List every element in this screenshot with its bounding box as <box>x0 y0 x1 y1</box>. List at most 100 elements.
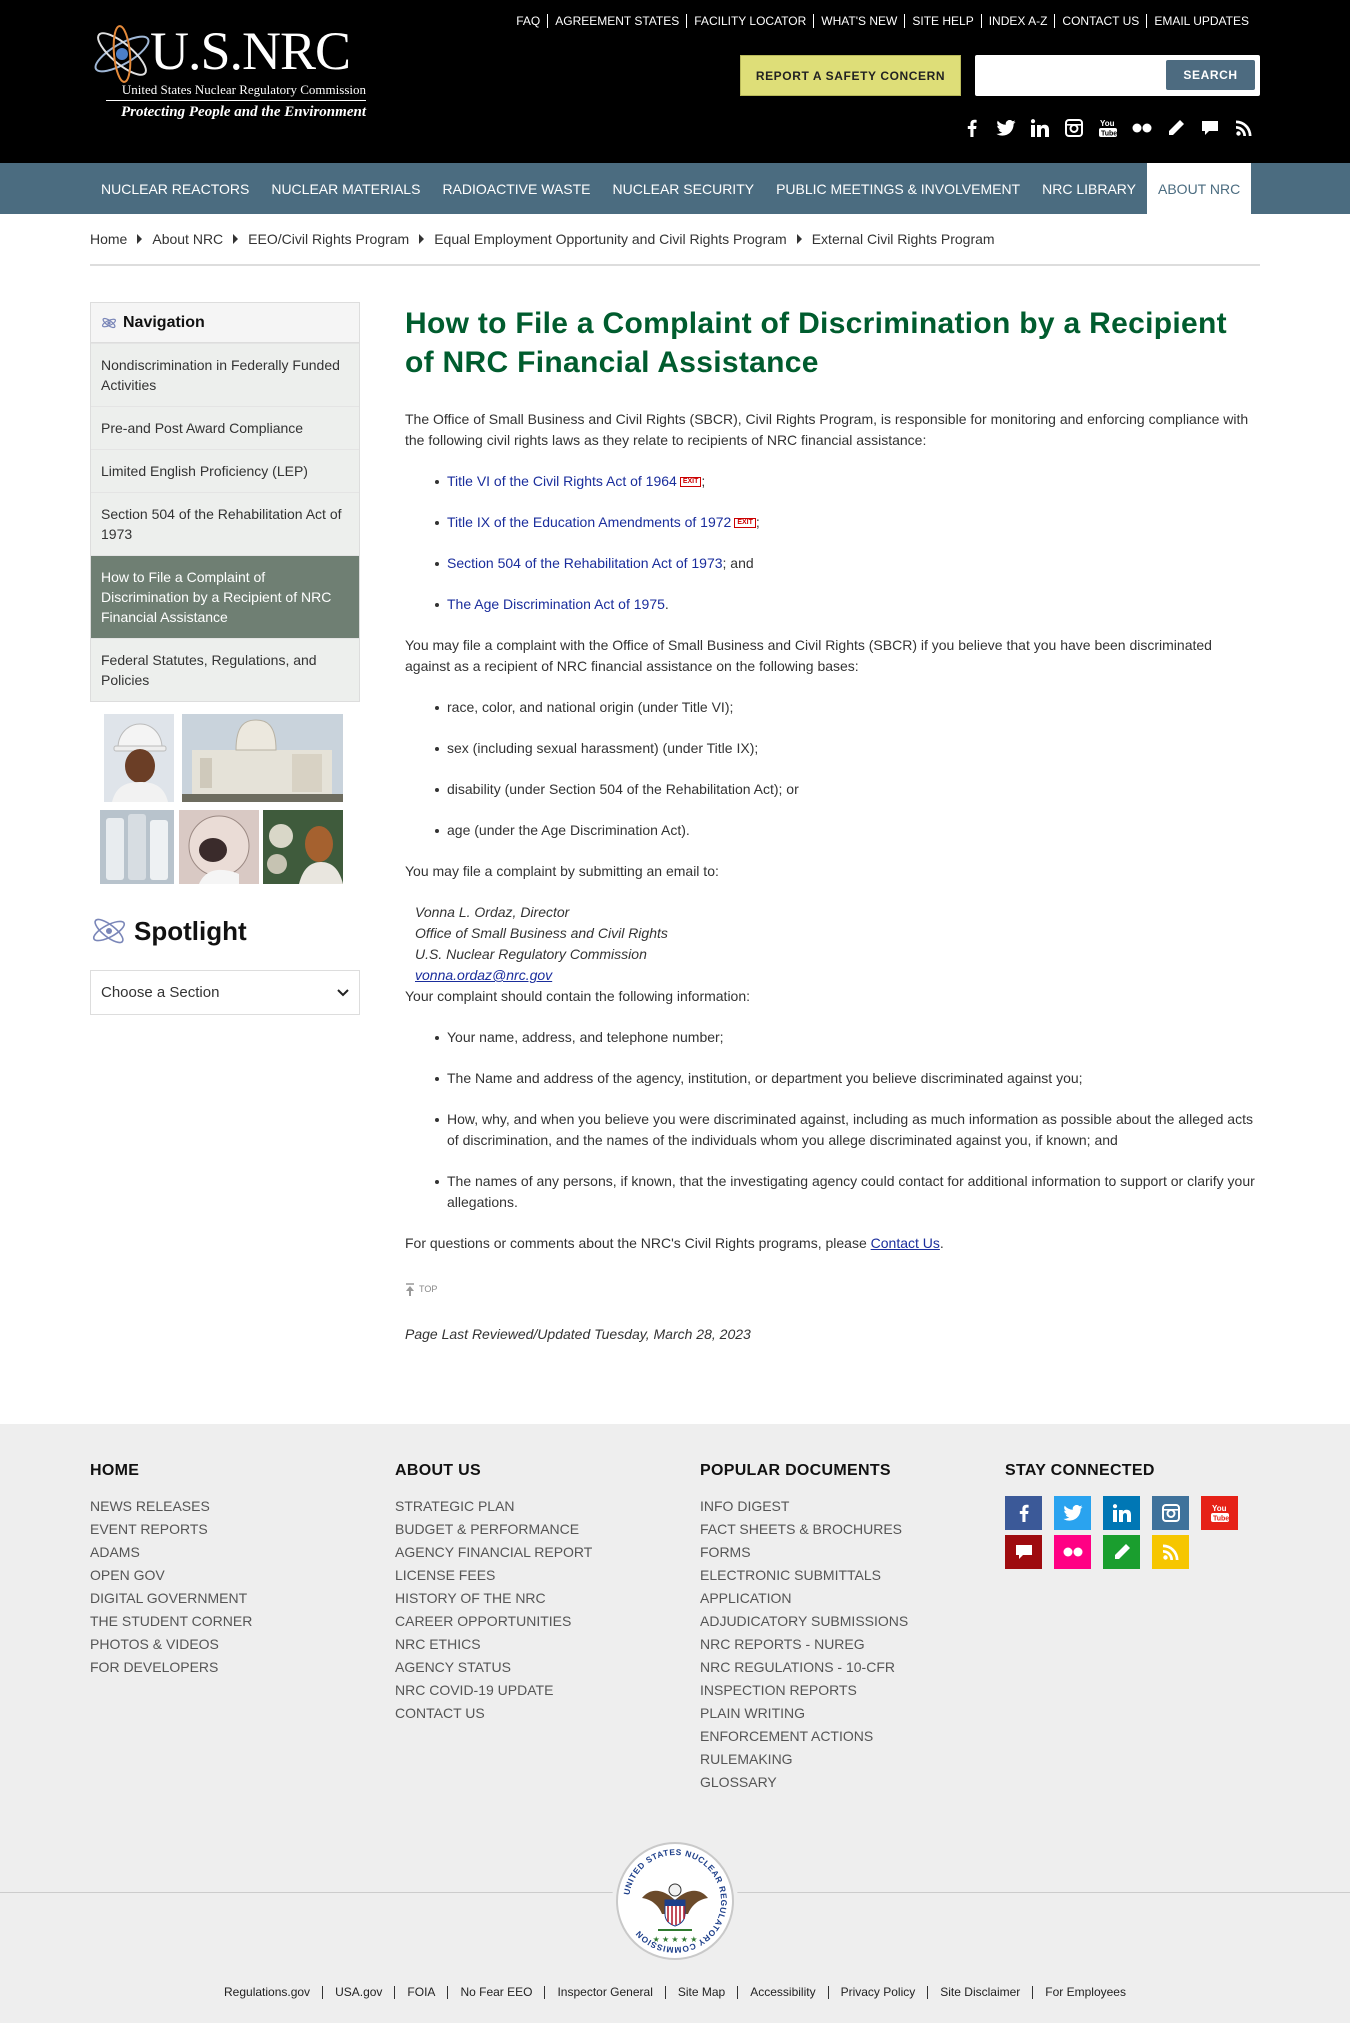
util-link-whats-new[interactable]: WHAT'S NEW <box>813 14 904 28</box>
linkedin-icon[interactable] <box>1103 1496 1140 1530</box>
contact-us-link[interactable]: Contact Us <box>871 1235 940 1251</box>
footer-link[interactable]: PHOTOS & VIDEOS <box>90 1633 252 1656</box>
director-email-link[interactable]: vonna.ordaz@nrc.gov <box>415 967 552 983</box>
footer-link[interactable]: NRC REPORTS - NUREG <box>700 1633 908 1656</box>
footer-link[interactable]: AGENCY STATUS <box>395 1656 592 1679</box>
util-link-email-updates[interactable]: EMAIL UPDATES <box>1146 14 1256 28</box>
footer-link[interactable]: EVENT REPORTS <box>90 1518 252 1541</box>
linkedin-icon[interactable] <box>1030 118 1050 138</box>
footer-link[interactable]: ADAMS <box>90 1541 252 1564</box>
sidebar-item-federal-statutes[interactable]: Federal Statutes, Regulations, and Polic… <box>91 638 359 701</box>
sidebar-item-lep[interactable]: Limited English Proficiency (LEP) <box>91 449 359 492</box>
bottom-link-site-map[interactable]: Site Map <box>664 1986 737 1999</box>
nav-public-meetings[interactable]: PUBLIC MEETINGS & INVOLVEMENT <box>765 163 1031 214</box>
law-link-section-504[interactable]: Section 504 of the Rehabilitation Act of… <box>447 555 723 571</box>
bottom-link-accessibility[interactable]: Accessibility <box>737 1986 827 1999</box>
flickr-icon[interactable] <box>1132 118 1152 138</box>
bottom-link-employees[interactable]: For Employees <box>1032 1986 1138 1999</box>
footer-link[interactable]: BUDGET & PERFORMANCE <box>395 1518 592 1541</box>
util-link-facility-locator[interactable]: FACILITY LOCATOR <box>686 14 813 28</box>
util-link-index[interactable]: INDEX A-Z <box>980 14 1055 28</box>
nav-about-nrc[interactable]: ABOUT NRC <box>1147 163 1252 214</box>
breadcrumb-external-program[interactable]: External Civil Rights Program <box>812 231 995 247</box>
footer-link[interactable]: CONTACT US <box>395 1702 592 1725</box>
footer-link[interactable]: PLAIN WRITING <box>700 1702 908 1725</box>
sidebar-item-nondiscrimination[interactable]: Nondiscrimination in Federally Funded Ac… <box>91 343 359 406</box>
facebook-icon[interactable] <box>962 118 982 138</box>
bottom-link-inspector-general[interactable]: Inspector General <box>544 1986 664 1999</box>
blog-pencil-icon[interactable] <box>1103 1535 1140 1569</box>
footer-link[interactable]: AGENCY FINANCIAL REPORT <box>395 1541 592 1564</box>
comment-icon[interactable] <box>1200 118 1220 138</box>
footer-link[interactable]: LICENSE FEES <box>395 1564 592 1587</box>
sidebar-item-section-504[interactable]: Section 504 of the Rehabilitation Act of… <box>91 492 359 555</box>
footer-link[interactable]: FACT SHEETS & BROCHURES <box>700 1518 908 1541</box>
sidebar-item-award-compliance[interactable]: Pre-and Post Award Compliance <box>91 406 359 449</box>
footer-link[interactable]: HISTORY OF THE NRC <box>395 1587 592 1610</box>
footer-link[interactable]: NRC REGULATIONS - 10-CFR <box>700 1656 908 1679</box>
footer-link[interactable]: NEWS RELEASES <box>90 1495 252 1518</box>
footer-link[interactable]: APPLICATION <box>700 1587 908 1610</box>
footer-link[interactable]: OPEN GOV <box>90 1564 252 1587</box>
footer-link[interactable]: STRATEGIC PLAN <box>395 1495 592 1518</box>
breadcrumb-about-nrc[interactable]: About NRC <box>152 231 223 247</box>
bottom-link-foia[interactable]: FOIA <box>394 1986 447 1999</box>
report-safety-concern-button[interactable]: REPORT A SAFETY CONCERN <box>740 55 961 96</box>
rss-icon[interactable] <box>1234 118 1254 138</box>
footer-heading-about[interactable]: ABOUT US <box>395 1462 592 1486</box>
nav-nrc-library[interactable]: NRC LIBRARY <box>1031 163 1147 214</box>
instagram-icon[interactable] <box>1064 118 1084 138</box>
bottom-link-usagov[interactable]: USA.gov <box>322 1986 394 1999</box>
breadcrumb-eeo-program[interactable]: Equal Employment Opportunity and Civil R… <box>434 231 787 247</box>
breadcrumb-eeo-civil-rights[interactable]: EEO/Civil Rights Program <box>248 231 409 247</box>
bottom-link-disclaimer[interactable]: Site Disclaimer <box>927 1986 1032 1999</box>
instagram-icon[interactable] <box>1152 1496 1189 1530</box>
bottom-link-regulations[interactable]: Regulations.gov <box>212 1986 322 1999</box>
search-input[interactable] <box>981 63 1131 87</box>
footer-link[interactable]: FOR DEVELOPERS <box>90 1656 252 1679</box>
nav-nuclear-security[interactable]: NUCLEAR SECURITY <box>602 163 766 214</box>
search-button[interactable]: SEARCH <box>1166 60 1255 90</box>
law-link-age-discrimination[interactable]: The Age Discrimination Act of 1975 <box>447 596 665 612</box>
back-to-top-link[interactable]: TOP <box>405 1282 1260 1296</box>
nrc-logo[interactable]: U.S.NRC United States Nuclear Regulatory… <box>90 18 366 128</box>
footer-link[interactable]: ADJUDICATORY SUBMISSIONS <box>700 1610 908 1633</box>
bottom-link-no-fear-eeo[interactable]: No Fear EEO <box>447 1986 544 1999</box>
footer-link[interactable]: CAREER OPPORTUNITIES <box>395 1610 592 1633</box>
comment-icon[interactable] <box>1005 1535 1042 1569</box>
util-link-site-help[interactable]: SITE HELP <box>904 14 980 28</box>
footer-link[interactable]: NRC COVID-19 UPDATE <box>395 1679 592 1702</box>
nav-nuclear-reactors[interactable]: NUCLEAR REACTORS <box>90 163 260 214</box>
flickr-icon[interactable] <box>1054 1535 1091 1569</box>
nav-radioactive-waste[interactable]: RADIOACTIVE WASTE <box>431 163 601 214</box>
twitter-icon[interactable] <box>996 118 1016 138</box>
blog-pencil-icon[interactable] <box>1166 118 1186 138</box>
footer-link[interactable]: INFO DIGEST <box>700 1495 908 1518</box>
choose-section-dropdown[interactable]: Choose a Section <box>90 970 360 1015</box>
bottom-link-privacy[interactable]: Privacy Policy <box>827 1986 928 1999</box>
nav-nuclear-materials[interactable]: NUCLEAR MATERIALS <box>260 163 431 214</box>
util-link-agreement-states[interactable]: AGREEMENT STATES <box>547 14 686 28</box>
footer-link[interactable]: THE STUDENT CORNER <box>90 1610 252 1633</box>
law-link-title-ix[interactable]: Title IX of the Education Amendments of … <box>447 514 731 530</box>
law-link-title-vi[interactable]: Title VI of the Civil Rights Act of 1964 <box>447 473 677 489</box>
sidebar-item-file-complaint[interactable]: How to File a Complaint of Discriminatio… <box>91 555 359 638</box>
rss-icon[interactable] <box>1152 1535 1189 1569</box>
footer-link[interactable]: NRC ETHICS <box>395 1633 592 1656</box>
footer-heading-home[interactable]: HOME <box>90 1462 252 1486</box>
util-link-faq[interactable]: FAQ <box>509 14 547 28</box>
footer-link[interactable]: GLOSSARY <box>700 1771 908 1794</box>
breadcrumb-home[interactable]: Home <box>90 231 127 247</box>
util-link-contact[interactable]: CONTACT US <box>1054 14 1146 28</box>
youtube-icon[interactable]: You Tube <box>1201 1496 1238 1530</box>
footer-link[interactable]: RULEMAKING <box>700 1748 908 1771</box>
list-item: The Name and address of the agency, inst… <box>435 1068 1260 1089</box>
facebook-icon[interactable] <box>1005 1496 1042 1530</box>
footer-link[interactable]: ELECTRONIC SUBMITTALS <box>700 1564 908 1587</box>
footer-link[interactable]: FORMS <box>700 1541 908 1564</box>
footer-link[interactable]: INSPECTION REPORTS <box>700 1679 908 1702</box>
twitter-icon[interactable] <box>1054 1496 1091 1530</box>
footer-link[interactable]: DIGITAL GOVERNMENT <box>90 1587 252 1610</box>
footer-link[interactable]: ENFORCEMENT ACTIONS <box>700 1725 908 1748</box>
youtube-icon[interactable]: You Tube <box>1098 118 1118 138</box>
